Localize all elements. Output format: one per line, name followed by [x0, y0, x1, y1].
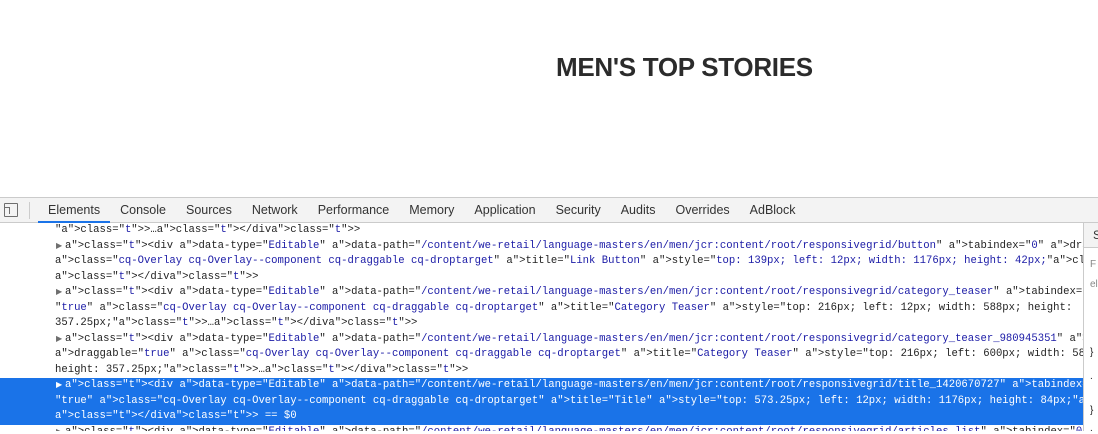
- dom-tree-line[interactable]: 357.25px;"a">class="t">>…a">class="t"></…: [0, 316, 1083, 332]
- tab-security[interactable]: Security: [546, 198, 611, 223]
- expand-triangle-icon[interactable]: ▶: [56, 332, 62, 348]
- dom-tree-line-text: a">class="t"><div a">data-type="Editable…: [65, 239, 1083, 252]
- styles-side-panel[interactable]: S F el } . } .: [1083, 223, 1098, 434]
- dom-tree-line[interactable]: a">class="t"></diva">class="t">> == $0: [0, 409, 1083, 425]
- dom-tree-line[interactable]: ▶a">class="t"><div a">data-type="Editabl…: [0, 239, 1083, 255]
- dom-tree-line[interactable]: "a">class="t">>…a">class="t"></diva">cla…: [0, 223, 1083, 239]
- tab-sources[interactable]: Sources: [176, 198, 242, 223]
- dom-tree-line[interactable]: "true" a">class="cq-Overlay cq-Overlay--…: [0, 393, 1083, 409]
- side-panel-text: }: [1090, 405, 1094, 416]
- dom-tree-line-text: a">class="t"><div a">data-type="Editable…: [65, 332, 1083, 345]
- dom-tree-line-text: a">class="t"></diva">class="t">> == $0: [55, 410, 297, 422]
- dom-tree-line-text: a">class="t"><div a">data-type="Editable…: [65, 286, 1083, 298]
- page-title: MEN'S TOP STORIES: [556, 52, 813, 82]
- devtools-panel: Elements Console Sources Network Performance…: [0, 197, 1098, 434]
- tab-application[interactable]: Application: [464, 198, 545, 223]
- elements-tree[interactable]: "a">class="t">>…a">class="t"></diva">cla…: [0, 223, 1083, 431]
- dom-tree-line[interactable]: a">class="t"></diva">class="t">>: [0, 270, 1083, 286]
- dom-tree-line-text: a">class="t"><div a">data-type="Editable…: [65, 426, 1083, 432]
- devtools-tabs: Elements Console Sources Network Performance…: [38, 198, 806, 223]
- side-panel-text: el: [1090, 279, 1098, 290]
- tab-performance[interactable]: Performance: [308, 198, 400, 223]
- tab-console[interactable]: Console: [110, 198, 176, 223]
- dom-tree-line-text: "true" a">class="cq-Overlay cq-Overlay--…: [55, 301, 1073, 314]
- dom-tree-line[interactable]: ▶a">class="t"><div a">data-type="Editabl…: [0, 425, 1083, 432]
- side-panel-text: F: [1090, 259, 1097, 270]
- expand-triangle-icon[interactable]: ▶: [56, 239, 62, 255]
- side-panel-text: }: [1090, 347, 1094, 358]
- dom-tree-line[interactable]: ▶a">class="t"><div a">data-type="Editabl…: [0, 285, 1083, 301]
- expand-triangle-icon[interactable]: ▶: [56, 378, 62, 394]
- tab-elements[interactable]: Elements: [38, 198, 111, 223]
- styles-tab-label: S: [1093, 228, 1098, 242]
- styles-tab[interactable]: S: [1084, 223, 1098, 248]
- tab-network[interactable]: Network: [242, 198, 308, 223]
- tab-adblock[interactable]: AdBlock: [740, 198, 806, 223]
- tab-audits[interactable]: Audits: [611, 198, 666, 223]
- dom-tree-line-text: a">draggable="true" a">class="cq-Overlay…: [55, 348, 1083, 360]
- dom-tree-line-text: "true" a">class="cq-Overlay cq-Overlay--…: [55, 394, 1083, 407]
- devtools-tabbar: Elements Console Sources Network Performance…: [0, 197, 1098, 223]
- dom-tree-line[interactable]: height: 357.25px;"a">class="t">>…a">clas…: [0, 363, 1083, 379]
- expand-triangle-icon[interactable]: ▶: [56, 285, 62, 301]
- side-panel-text: .: [1090, 423, 1093, 434]
- dom-tree-line-text: a">class="cq-Overlay cq-Overlay--compone…: [55, 255, 1083, 267]
- expand-triangle-icon[interactable]: ▶: [56, 425, 62, 432]
- side-panel-text: .: [1090, 371, 1093, 382]
- dom-tree-line[interactable]: ▶a">class="t"><div a">data-type="Editabl…: [0, 378, 1083, 394]
- dom-tree-line-text: a">class="t"></diva">class="t">>: [55, 270, 259, 283]
- dom-tree-line-text: height: 357.25px;"a">class="t">>…a">clas…: [55, 363, 469, 376]
- dom-tree-line-text: 357.25px;"a">class="t">>…a">class="t"></…: [55, 317, 418, 329]
- dom-tree-line[interactable]: a">class="cq-Overlay cq-Overlay--compone…: [0, 254, 1083, 270]
- dom-tree-line[interactable]: a">draggable="true" a">class="cq-Overlay…: [0, 347, 1083, 363]
- dock-side-icon[interactable]: [4, 203, 18, 217]
- dom-tree-line[interactable]: ▶a">class="t"><div a">data-type="Editabl…: [0, 332, 1083, 348]
- tab-overrides[interactable]: Overrides: [665, 198, 739, 223]
- dom-tree-line-text: "a">class="t">>…a">class="t"></diva">cla…: [55, 224, 361, 236]
- tab-memory[interactable]: Memory: [399, 198, 464, 223]
- dom-tree-line-text: a">class="t"><div a">data-type="Editable…: [65, 379, 1083, 391]
- page-area: MEN'S TOP STORIES: [0, 0, 1098, 197]
- tabbar-divider: [29, 202, 30, 219]
- dom-tree-line[interactable]: "true" a">class="cq-Overlay cq-Overlay--…: [0, 301, 1083, 317]
